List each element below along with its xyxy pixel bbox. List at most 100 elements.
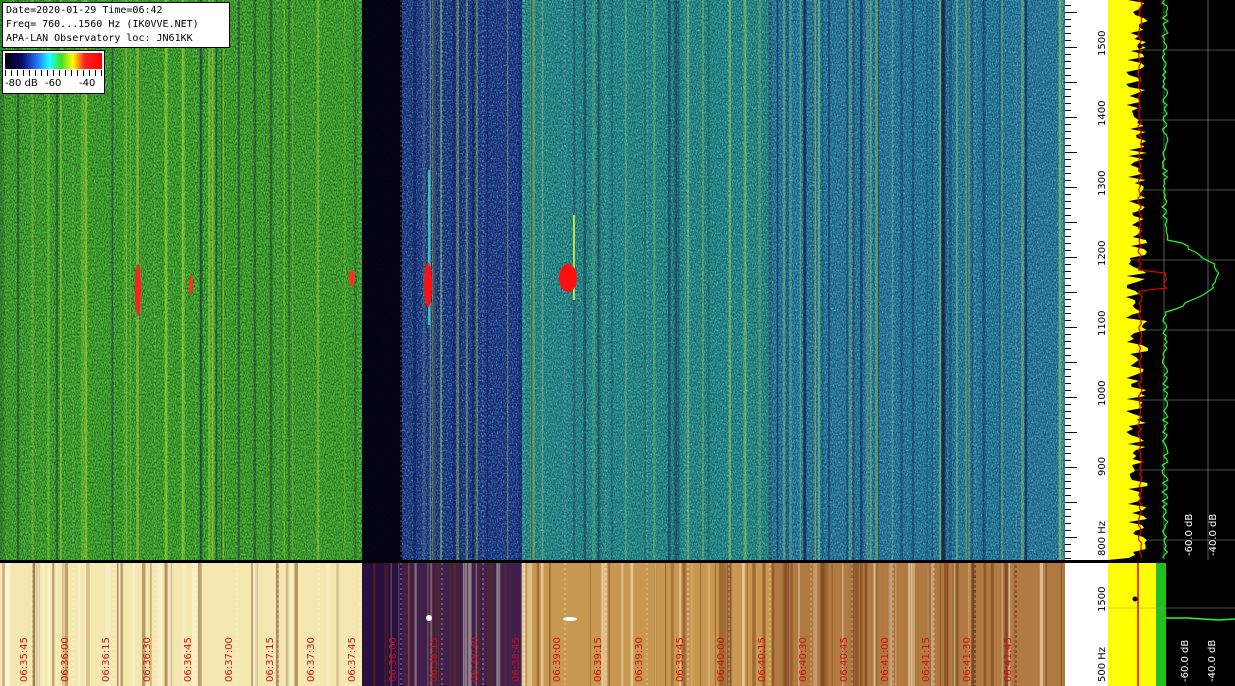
waterfall-streak [292, 0, 294, 560]
meteor-echo [559, 264, 577, 292]
axis-tick [1065, 243, 1071, 244]
waterfall-streak [283, 0, 285, 560]
meteor-echo [135, 264, 141, 316]
bottom-streak [691, 563, 693, 686]
axis-tick [1065, 180, 1071, 181]
axis-tick [1065, 411, 1071, 412]
bottom-streak [771, 563, 775, 686]
bottom-streak [6, 563, 10, 686]
waterfall-streak [789, 0, 792, 560]
axis-tick [1065, 208, 1071, 209]
spectrum-green-trace [1160, 0, 1220, 559]
time-tick-label: 06:36:30 [142, 637, 153, 682]
waterfall-streak [129, 0, 131, 560]
waterfall-streak [1000, 0, 1003, 560]
frequency-tick-label: 1000 [1097, 380, 1108, 406]
bottom-streak [831, 563, 833, 686]
meteor-echo [424, 263, 432, 307]
bottom-streak [486, 563, 489, 686]
bottom-streak [854, 563, 859, 686]
axis-tick [1065, 166, 1071, 167]
bottom-streak [448, 563, 452, 686]
waterfall-streak [1061, 0, 1064, 560]
bottom-streak [2, 563, 5, 686]
waterfall-streak [745, 0, 747, 560]
bottom-streak [496, 563, 501, 686]
waterfall-streak [846, 0, 848, 560]
waterfall-streak [532, 0, 535, 560]
waterfall-streak [818, 0, 820, 560]
axis-tick [1065, 257, 1077, 258]
time-tick-label: 06:38:00 [388, 637, 399, 682]
axis-tick [1065, 369, 1071, 370]
waterfall-streak [968, 0, 970, 560]
axis-tick [1065, 124, 1071, 125]
bottom-streak [908, 563, 911, 686]
bottom-streak [813, 563, 818, 686]
waterfall-streak [475, 0, 478, 560]
waterfall-streak [598, 0, 601, 560]
axis-tick [1065, 404, 1071, 405]
bottom-streak [956, 563, 959, 686]
bottom-streak [78, 563, 81, 686]
waterfall-streak [440, 0, 442, 560]
axis-tick [1065, 551, 1071, 552]
axis-tick [1065, 138, 1071, 139]
axis-tick [1065, 320, 1071, 321]
waterfall-streak [123, 0, 127, 560]
waterfall-streak [344, 0, 346, 560]
axis-tick [1065, 215, 1071, 216]
bottom-streak [407, 563, 411, 686]
waterfall-streak [828, 0, 830, 560]
waterfall-streak [111, 0, 114, 560]
bottom-streak [86, 563, 90, 686]
waterfall-streak [926, 0, 928, 560]
axis-tick [1065, 299, 1071, 300]
waterfall-streak [939, 0, 942, 560]
time-tick-label: 06:41:45 [1003, 637, 1014, 682]
axis-tick [1065, 236, 1071, 237]
waterfall-streak [1024, 0, 1027, 560]
waterfall-streak [771, 0, 773, 560]
axis-tick [1065, 544, 1071, 545]
axis-tick [1065, 110, 1071, 111]
waterfall-streak [673, 0, 677, 560]
bottom-streak [790, 563, 793, 686]
axis-tick [1065, 173, 1071, 174]
axis-tick [1065, 425, 1071, 426]
axis-tick [1065, 474, 1071, 475]
bottom-streak [414, 563, 417, 686]
axis-tick [1065, 285, 1071, 286]
axis-tick [1065, 418, 1071, 419]
time-tick-label: 06:36:45 [183, 637, 194, 682]
axis-tick [1065, 5, 1071, 6]
waterfall-streak [288, 0, 291, 560]
axis-tick [1065, 194, 1071, 195]
bottom-streak [782, 563, 787, 686]
axis-tick [1065, 26, 1071, 27]
bottom-streak [464, 563, 467, 686]
waterfall-streak [821, 0, 824, 560]
axis-tick [1065, 460, 1071, 461]
waterfall-streak [422, 0, 424, 560]
time-tick-label: 06:40:45 [839, 637, 850, 682]
axis-tick [1065, 397, 1077, 398]
bottom-streak [540, 563, 544, 686]
axis-tick [1065, 446, 1071, 447]
bottom-streak [665, 563, 667, 686]
axis-tick [1065, 530, 1071, 531]
axis-tick [1065, 117, 1077, 118]
bottom-streak [549, 563, 551, 686]
bottom-streak [326, 563, 330, 686]
axis-tick [1065, 40, 1071, 41]
bottom-streak [453, 563, 457, 686]
bottom-streak [911, 563, 916, 686]
waterfall-streak [847, 0, 849, 560]
axis-tick [1065, 145, 1071, 146]
waterfall-streak [782, 0, 786, 560]
waterfall-streak [541, 0, 544, 560]
bottom-streak [504, 563, 507, 686]
bottom-streak [859, 563, 863, 686]
bottom-streak [787, 563, 790, 686]
waterfall-streak [215, 0, 217, 560]
